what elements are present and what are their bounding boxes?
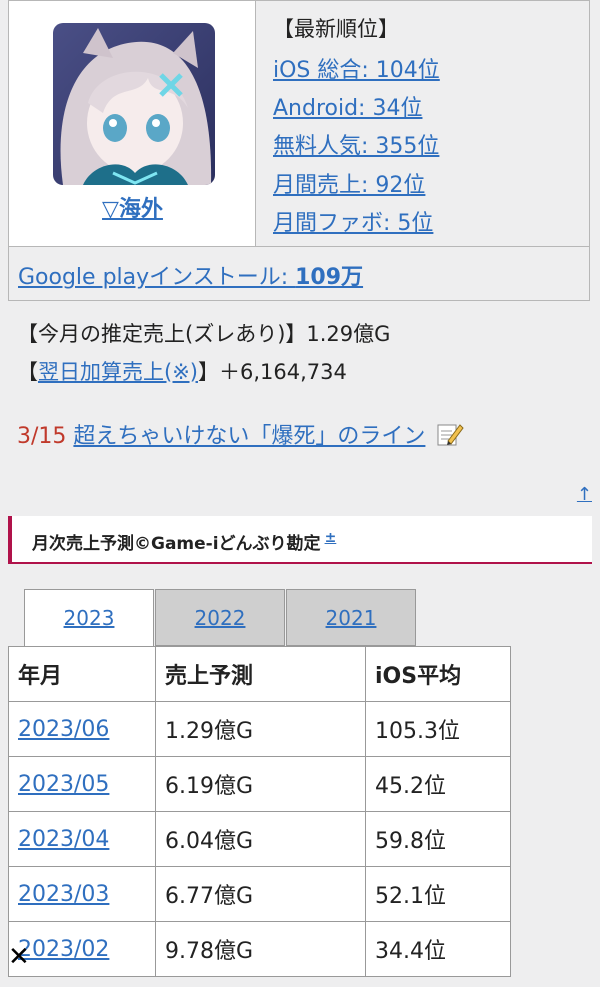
ios-average-cell: 59.8位: [365, 811, 511, 867]
month-cell: 2023/06: [8, 701, 156, 757]
divider: [9, 246, 589, 247]
month-cell: 2023/05: [8, 756, 156, 812]
table-row: 2023/03 6.77億G 52.1位: [8, 866, 511, 922]
game-avatar-image[interactable]: [53, 23, 215, 185]
month-link[interactable]: 2023/04: [18, 827, 109, 852]
rank-ios-link[interactable]: iOS 総合: 104位: [273, 52, 440, 84]
sales-cell: 1.29億G: [155, 701, 366, 757]
rank-monthly-sales-link[interactable]: 月間売上: 92位: [273, 167, 425, 199]
tab-2022-label: 2022: [194, 606, 246, 630]
tab-2023-label: 2023: [63, 606, 115, 630]
month-link[interactable]: 2023/02: [18, 937, 109, 962]
monthly-forecast-header: 月次売上予測©Game-iどんぶり勘定 ±: [8, 516, 592, 564]
monthly-sales-estimate: 【今月の推定売上(ズレあり)】1.29億G: [17, 322, 391, 346]
tab-2021[interactable]: 2021: [286, 589, 416, 646]
month-cell: 2023/03: [8, 866, 156, 922]
event-line: 3/15 超えちゃいけない「爆死」のライン: [17, 418, 465, 453]
sales-cell: 6.19億G: [155, 756, 366, 812]
game-info-box: ▽海外 【最新順位】 iOS 総合: 104位 Android: 34位 無料人…: [8, 0, 590, 301]
header-month: 年月: [8, 646, 156, 702]
tab-2021-label: 2021: [325, 606, 377, 630]
monthly-sales-table: 年月 売上予測 iOS平均 2023/06 1.29億G 105.3位 2023…: [8, 646, 511, 977]
month-cell: 2023/02: [8, 921, 156, 977]
month-link[interactable]: 2023/05: [18, 772, 109, 797]
table-row: 2023/02 9.78億G 34.4位: [8, 921, 511, 977]
memo-pencil-icon: [436, 421, 465, 453]
month-link[interactable]: 2023/03: [18, 882, 109, 907]
sales-cell: 6.77億G: [155, 866, 366, 922]
overseas-link[interactable]: ▽海外: [102, 197, 163, 222]
sales-cell: 9.78億G: [155, 921, 366, 977]
table-header-row: 年月 売上予測 iOS平均: [8, 646, 511, 702]
next-day-sales-link[interactable]: 翌日加算売上(※): [38, 360, 198, 384]
close-ad-icon[interactable]: ✕: [8, 942, 30, 972]
table-row: 2023/06 1.29億G 105.3位: [8, 701, 511, 757]
install-count: 109万: [295, 265, 364, 290]
game-icon-cell: ▽海外: [9, 1, 256, 246]
tab-2023[interactable]: 2023: [24, 589, 154, 647]
rank-android-link[interactable]: Android: 34位: [273, 90, 422, 122]
ios-average-cell: 105.3位: [365, 701, 511, 757]
rank-monthly-fav-link[interactable]: 月間ファボ: 5位: [273, 205, 433, 237]
table-row: 2023/05 6.19億G 45.2位: [8, 756, 511, 812]
section-toggle-link[interactable]: ±: [325, 530, 337, 546]
month-cell: 2023/04: [8, 811, 156, 867]
next-day-sales: 【翌日加算売上(※)】＋6,164,734: [17, 356, 347, 386]
bracket-open: 【: [17, 360, 38, 384]
table-row: 2023/04 6.04億G 59.8位: [8, 811, 511, 867]
back-to-top-link[interactable]: ↑: [577, 484, 592, 505]
event-link[interactable]: 超えちゃいけない「爆死」のライン: [73, 424, 425, 449]
next-day-sales-value: 】＋6,164,734: [197, 360, 347, 384]
google-play-install-link[interactable]: Google playインストール: 109万: [18, 259, 363, 291]
ios-average-cell: 45.2位: [365, 756, 511, 812]
header-sales-forecast: 売上予測: [155, 646, 366, 702]
ranking-title: 【最新順位】: [273, 17, 399, 41]
event-date: 3/15: [17, 424, 67, 449]
section-title: 月次売上予測©Game-iどんぶり勘定: [32, 534, 321, 554]
ranking-cell: 【最新順位】 iOS 総合: 104位 Android: 34位 無料人気: 3…: [256, 1, 589, 246]
ios-average-cell: 34.4位: [365, 921, 511, 977]
header-ios-average: iOS平均: [365, 646, 511, 702]
month-link[interactable]: 2023/06: [18, 717, 109, 742]
install-label: Google playインストール:: [18, 265, 296, 290]
rank-free-link[interactable]: 無料人気: 355位: [273, 128, 439, 160]
ios-average-cell: 52.1位: [365, 866, 511, 922]
sales-cell: 6.04億G: [155, 811, 366, 867]
tab-2022[interactable]: 2022: [155, 589, 285, 646]
